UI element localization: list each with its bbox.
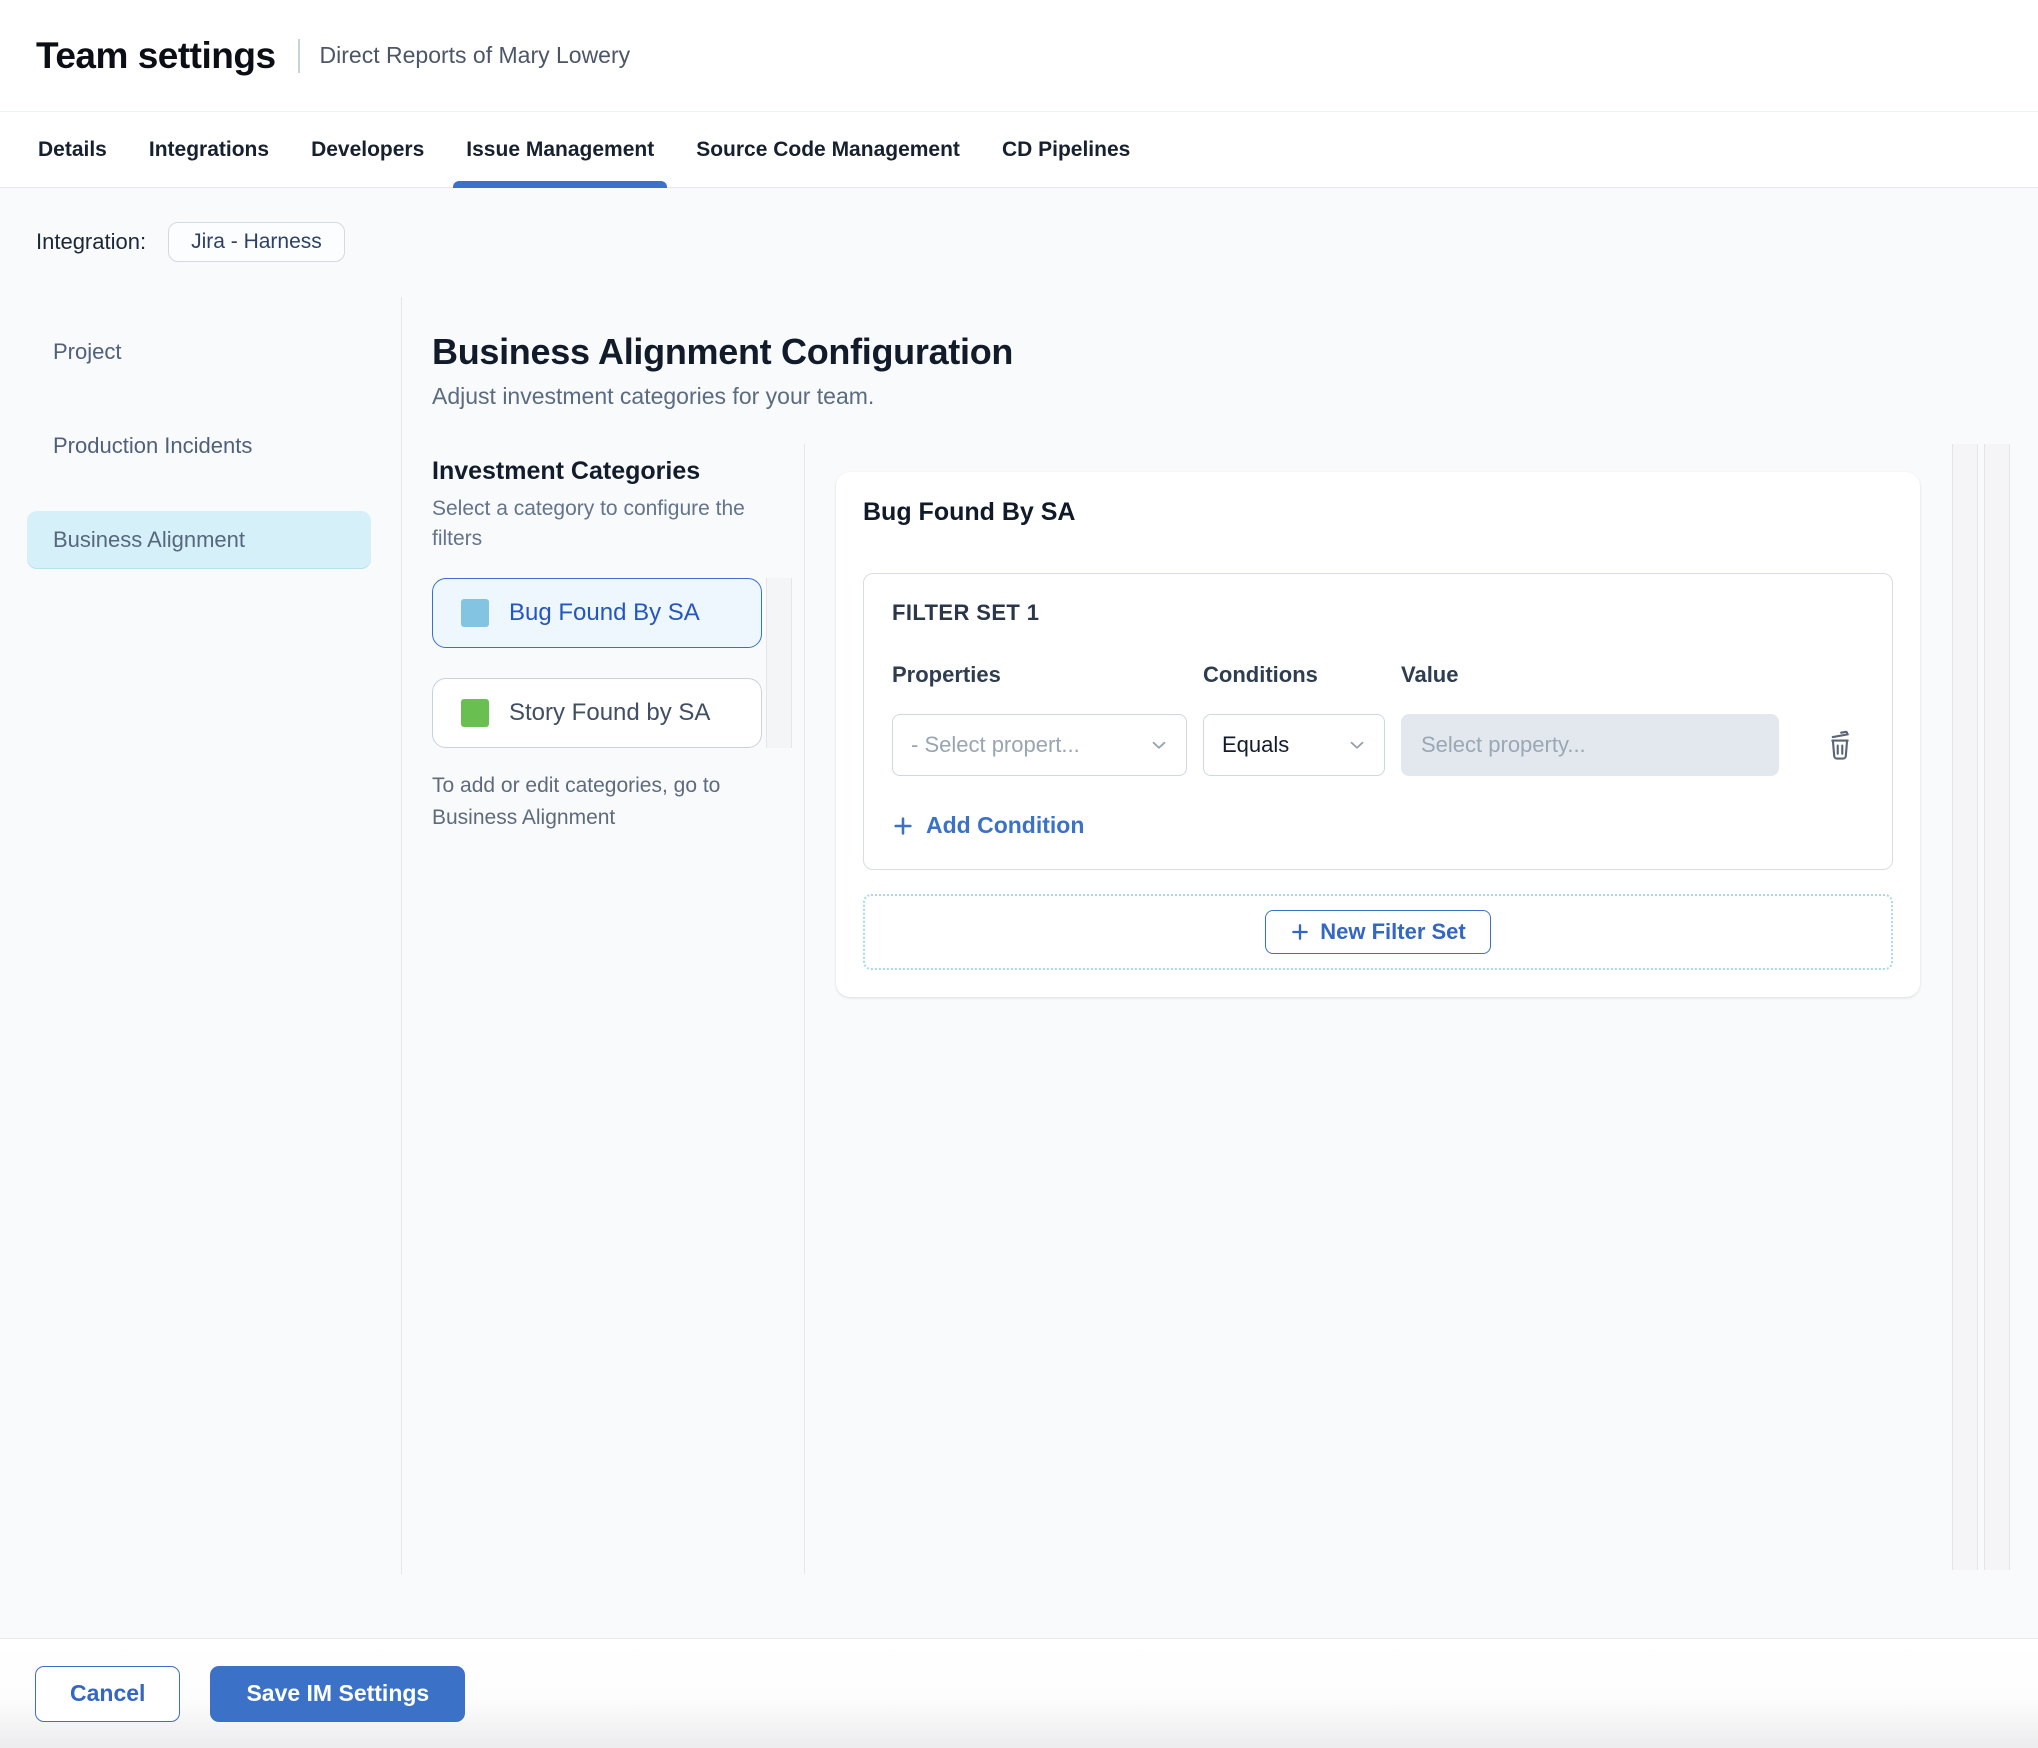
properties-select-placeholder: - Select propert... — [911, 732, 1080, 757]
chevron-down-icon — [1350, 741, 1364, 749]
properties-column-header: Properties — [892, 662, 1001, 687]
integration-chip: Jira - Harness — [168, 221, 345, 262]
page-header: Team settings Direct Reports of Mary Low… — [0, 0, 2038, 112]
main-row: Project Production Incidents Business Al… — [0, 297, 2038, 1574]
sidebar-item-business-alignment[interactable]: Business Alignment — [27, 511, 371, 569]
sidebar-item-project[interactable]: Project — [27, 323, 371, 381]
configuration-columns: Investment Categories Select a category … — [432, 444, 2038, 1574]
page-title: Team settings — [36, 34, 276, 76]
settings-body: Integration: Jira - Harness Project Prod… — [0, 188, 2038, 1638]
tab-source-code-management[interactable]: Source Code Management — [696, 112, 960, 187]
category-bug-found-by-sa[interactable]: Bug Found By SA — [432, 578, 762, 648]
category-story-found-by-sa[interactable]: Story Found by SA — [432, 678, 762, 748]
category-scrollbar-track[interactable] — [766, 578, 792, 748]
conditions-select-value: Equals — [1222, 732, 1290, 757]
integration-row: Integration: Jira - Harness — [0, 188, 2038, 297]
save-im-settings-button[interactable]: Save IM Settings — [210, 1665, 466, 1722]
category-label: Bug Found By SA — [509, 599, 700, 626]
filter-config-column: Bug Found By SA FILTER SET 1 Properties … — [805, 444, 2038, 1574]
new-filter-set-label: New Filter Set — [1320, 919, 1466, 944]
category-list-row: Bug Found By SA Story Found by SA — [432, 578, 804, 748]
scrollbar-track[interactable] — [1984, 444, 2010, 1570]
tab-developers[interactable]: Developers — [311, 112, 424, 187]
tab-integrations[interactable]: Integrations — [149, 112, 269, 187]
settings-sidebar: Project Production Incidents Business Al… — [0, 297, 402, 1574]
category-color-swatch — [461, 599, 489, 627]
sidebar-item-production-incidents[interactable]: Production Incidents — [27, 417, 371, 475]
page-subtitle: Direct Reports of Mary Lowery — [319, 42, 631, 68]
trash-icon — [1831, 730, 1849, 760]
categories-heading: Investment Categories — [432, 457, 701, 485]
filter-set-label: FILTER SET 1 — [892, 600, 1040, 625]
new-filter-set-area: New Filter Set — [863, 894, 1893, 970]
new-filter-set-button[interactable]: New Filter Set — [1265, 910, 1491, 954]
categories-caption: Select a category to configure the filte… — [432, 497, 745, 550]
filter-condition-grid: Properties Conditions Value - Select pro… — [892, 662, 1864, 776]
conditions-select[interactable]: Equals — [1203, 714, 1385, 776]
config-card-title: Bug Found By SA — [863, 498, 1076, 526]
value-input[interactable] — [1401, 714, 1779, 776]
tab-cd-pipelines[interactable]: CD Pipelines — [1002, 112, 1130, 187]
title-separator — [297, 38, 300, 73]
section-subtitle: Adjust investment categories for your te… — [432, 383, 875, 409]
add-condition-button[interactable]: Add Condition — [892, 812, 1084, 839]
tab-bar: Details Integrations Developers Issue Ma… — [0, 112, 2038, 188]
tab-issue-management[interactable]: Issue Management — [453, 112, 668, 188]
plus-icon — [1292, 924, 1309, 940]
tab-details[interactable]: Details — [38, 112, 107, 187]
filter-set-card: FILTER SET 1 Properties Conditions Value… — [863, 573, 1893, 870]
section-title: Business Alignment Configuration — [432, 331, 1014, 372]
plus-icon — [894, 816, 912, 835]
category-label: Story Found by SA — [509, 699, 711, 726]
cancel-button[interactable]: Cancel — [35, 1665, 181, 1722]
integration-label: Integration: — [36, 228, 147, 254]
add-condition-label: Add Condition — [926, 812, 1085, 838]
footer-bar: Cancel Save IM Settings — [0, 1638, 2038, 1748]
chevron-down-icon — [1152, 741, 1166, 749]
properties-select[interactable]: - Select propert... — [892, 714, 1187, 776]
value-column-header: Value — [1401, 662, 1459, 687]
business-alignment-section: Business Alignment Configuration Adjust … — [402, 297, 2038, 1574]
team-settings-page: Team settings Direct Reports of Mary Low… — [0, 0, 2038, 1748]
delete-condition-button[interactable] — [1819, 724, 1861, 766]
category-list: Bug Found By SA Story Found by SA — [432, 578, 762, 748]
category-color-swatch — [461, 699, 489, 727]
investment-categories-panel: Investment Categories Select a category … — [432, 444, 805, 1574]
category-config-card: Bug Found By SA FILTER SET 1 Properties … — [836, 472, 1920, 997]
conditions-column-header: Conditions — [1203, 662, 1318, 687]
categories-note: To add or edit categories, go to Busines… — [432, 774, 721, 829]
scrollbar-track[interactable] — [1952, 444, 1978, 1570]
